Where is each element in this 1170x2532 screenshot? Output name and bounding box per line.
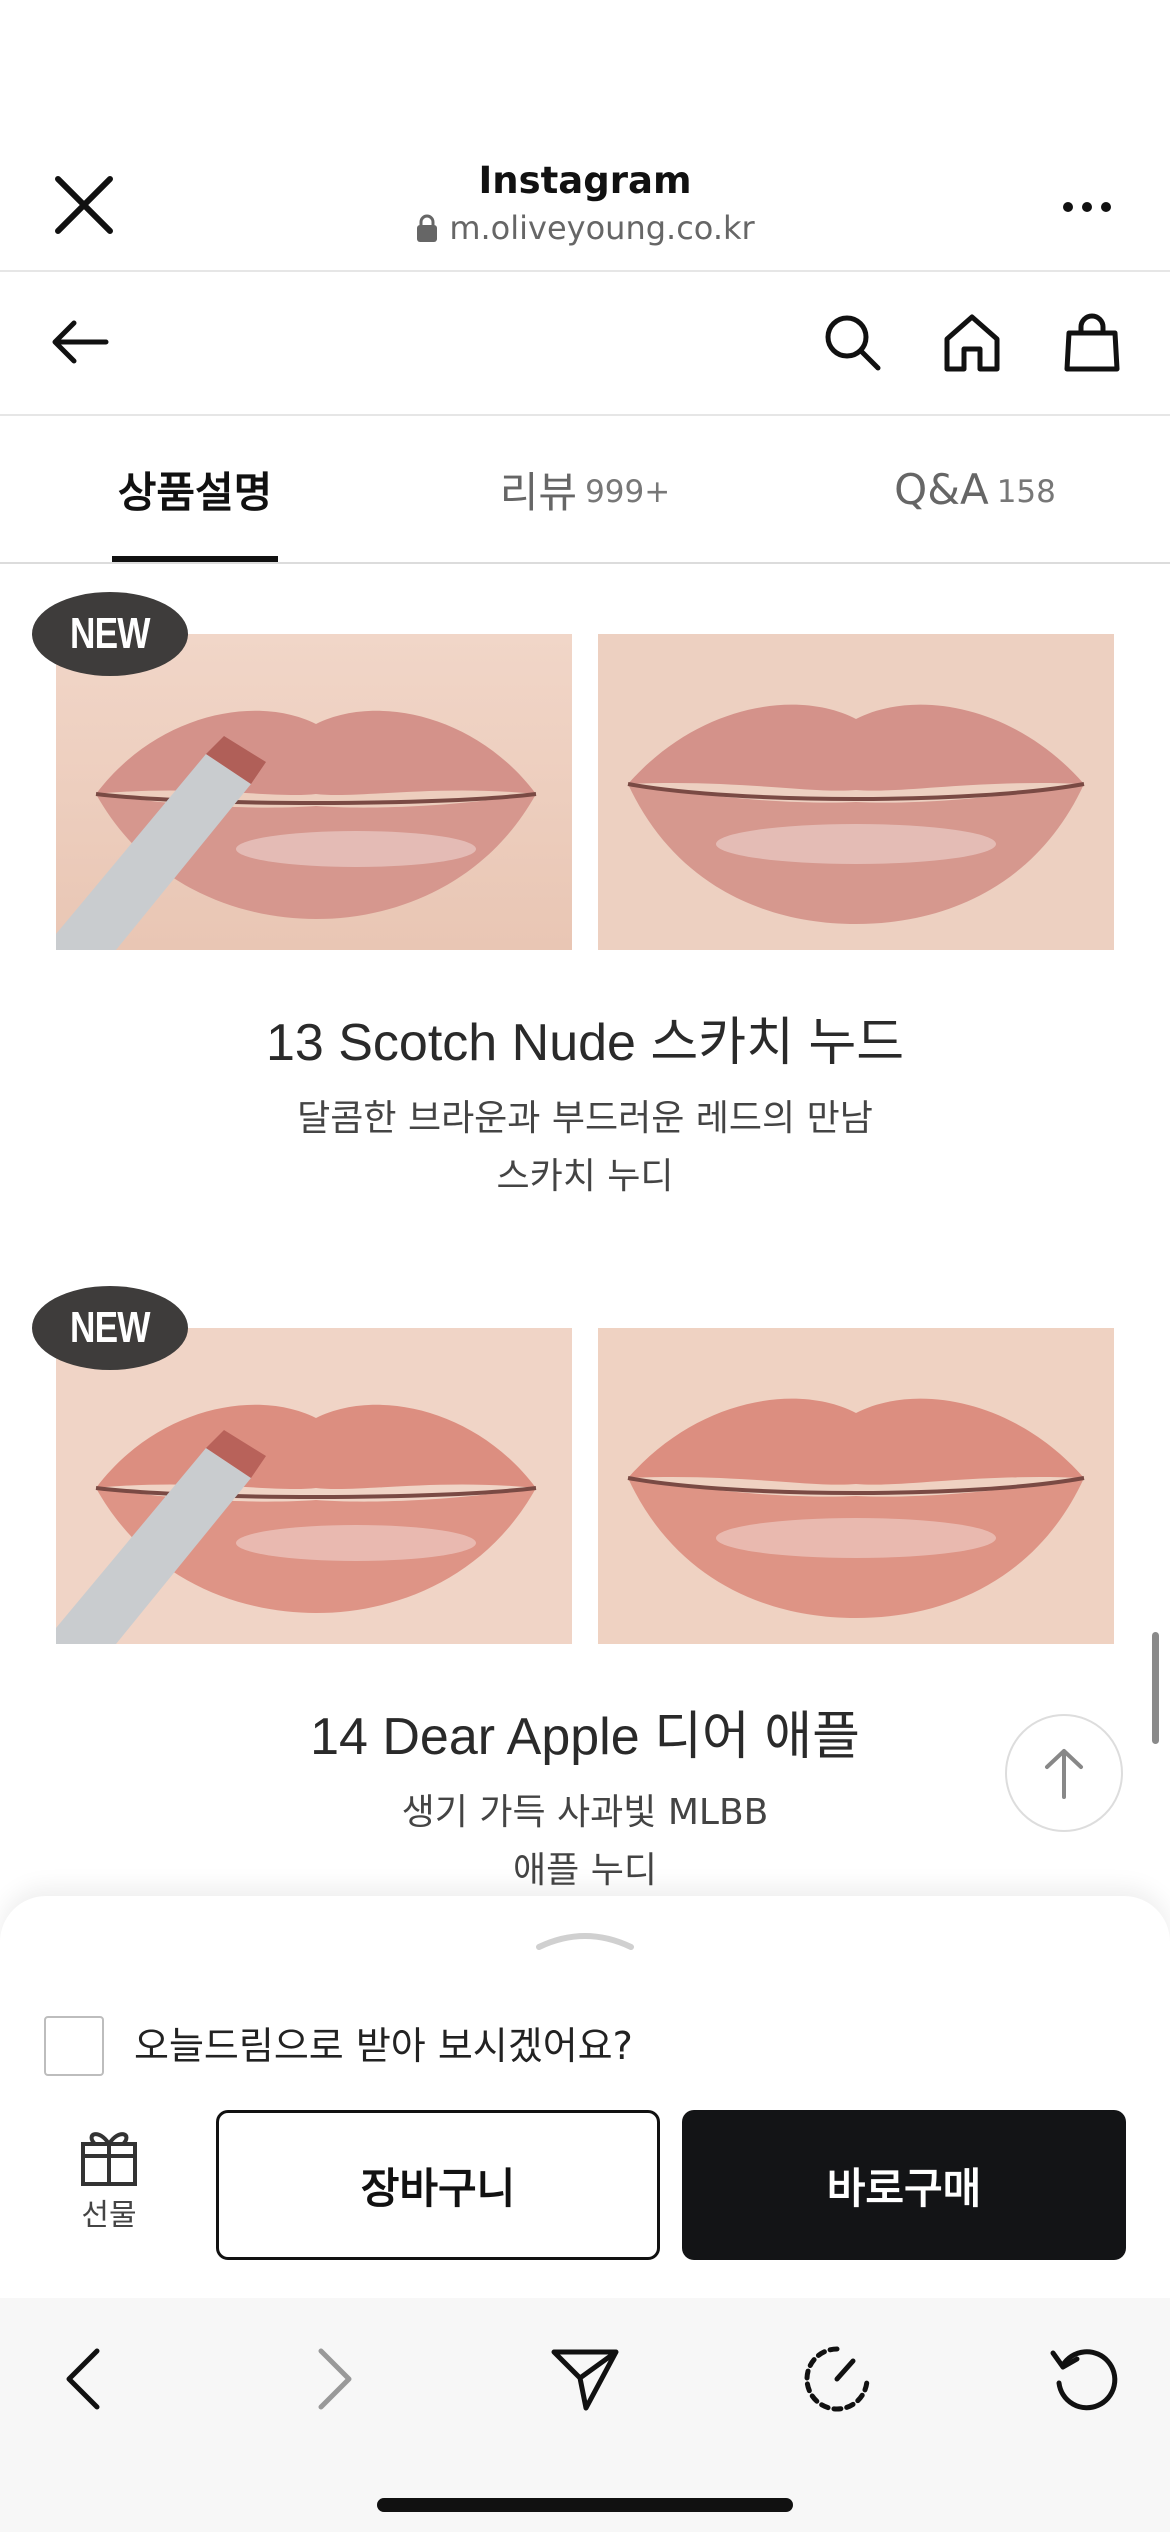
tab-reviews[interactable]: 리뷰 999+ — [450, 416, 720, 562]
home-button[interactable] — [934, 304, 1010, 380]
lip-swatch-result — [598, 634, 1114, 950]
product-tabs: 상품설명 리뷰 999+ Q&A 158 — [0, 416, 1170, 564]
new-badge-text: NEW — [70, 609, 151, 658]
lip-swatch-applying — [56, 634, 572, 950]
lip-swatch-applying — [56, 1328, 572, 1644]
browser-header: Instagram m.oliveyoung.co.kr — [0, 0, 1170, 272]
shade-description: 애플 누디 — [513, 1850, 657, 1891]
scroll-to-top-button[interactable] — [1005, 1714, 1123, 1832]
browser-toolbar — [0, 2298, 1170, 2532]
arrow-up-icon — [1045, 1749, 1083, 1799]
shade-name: 14 Dear Apple 디어 애플 — [310, 1708, 860, 1766]
browser-forward-button[interactable] — [290, 2334, 380, 2424]
shade-description: 생기 가득 사과빛 MLBB — [401, 1792, 769, 1833]
gift-icon — [81, 2132, 137, 2186]
review-count: 999+ — [585, 474, 671, 510]
share-send-icon — [551, 2349, 619, 2411]
purchase-bottom-sheet: 오늘드림으로 받아 보시겠어요? 선물 장바구니 바로구매 — [0, 1896, 1170, 2298]
shade-description: 달콤한 브라운과 부드러운 레드의 만남 — [297, 1098, 873, 1139]
product-detail-content: NEW 13 Scotch Nude 스카치 누드 달콤한 브라운과 부드러운 … — [0, 566, 1170, 1896]
tab-label: Q&A — [894, 464, 989, 514]
search-button[interactable] — [814, 304, 890, 380]
shade-description: 스카치 누디 — [496, 1156, 674, 1197]
speed-button[interactable] — [792, 2334, 882, 2424]
shopping-bag-icon — [1064, 313, 1120, 372]
url-line: m.oliveyoung.co.kr — [285, 208, 885, 248]
lip-photo — [56, 634, 572, 950]
reload-icon — [1050, 2349, 1118, 2411]
today-dream-label: 오늘드림으로 받아 보시겠어요? — [134, 2024, 633, 2068]
more-icon — [1063, 202, 1111, 212]
tab-qna[interactable]: Q&A 158 — [840, 416, 1110, 562]
lock-icon — [417, 214, 438, 242]
forward-icon — [318, 2348, 352, 2410]
reload-button[interactable] — [1040, 2334, 1130, 2424]
lip-photo — [56, 1328, 572, 1644]
lip-swatch-result — [598, 1328, 1114, 1644]
chevron-up-icon — [536, 1933, 634, 1950]
back-icon — [66, 2348, 100, 2410]
site-nav-bar — [0, 272, 1170, 416]
home-indicator — [377, 2498, 793, 2512]
sheet-handle[interactable] — [535, 1924, 635, 1954]
active-tab-indicator — [112, 556, 278, 562]
tab-description[interactable]: 상품설명 — [60, 416, 330, 562]
new-badge-text: NEW — [70, 1303, 151, 1352]
close-icon — [55, 176, 113, 234]
shade-name: 13 Scotch Nude 스카치 누드 — [265, 1014, 905, 1072]
back-button[interactable] — [40, 302, 120, 382]
gift-button[interactable]: 선물 — [64, 2126, 154, 2246]
qna-count: 158 — [996, 474, 1056, 510]
speed-icon — [804, 2346, 870, 2412]
browser-back-button[interactable] — [38, 2334, 128, 2424]
add-to-cart-button[interactable]: 장바구니 — [216, 2110, 660, 2260]
share-button[interactable] — [540, 2334, 630, 2424]
home-icon — [944, 314, 1000, 372]
more-button[interactable] — [1052, 182, 1122, 232]
tab-label: 상품설명 — [117, 467, 273, 517]
close-button[interactable] — [44, 165, 124, 245]
tab-label: 리뷰 — [499, 467, 578, 517]
new-badge: NEW — [32, 592, 188, 676]
shopping-bag-button[interactable] — [1054, 304, 1130, 380]
gift-label: 선물 — [81, 2198, 137, 2233]
new-badge: NEW — [32, 1286, 188, 1370]
app-title: Instagram — [478, 159, 692, 202]
lip-photo — [598, 634, 1114, 950]
today-dream-checkbox[interactable] — [44, 2016, 104, 2076]
url-text: m.oliveyoung.co.kr — [449, 209, 755, 247]
page-scrollbar[interactable] — [1152, 1632, 1159, 1744]
browser-title-block: Instagram m.oliveyoung.co.kr — [285, 158, 885, 248]
search-icon — [825, 315, 881, 371]
back-arrow-icon — [52, 320, 109, 364]
lip-photo — [598, 1328, 1114, 1644]
buy-now-button[interactable]: 바로구매 — [682, 2110, 1126, 2260]
